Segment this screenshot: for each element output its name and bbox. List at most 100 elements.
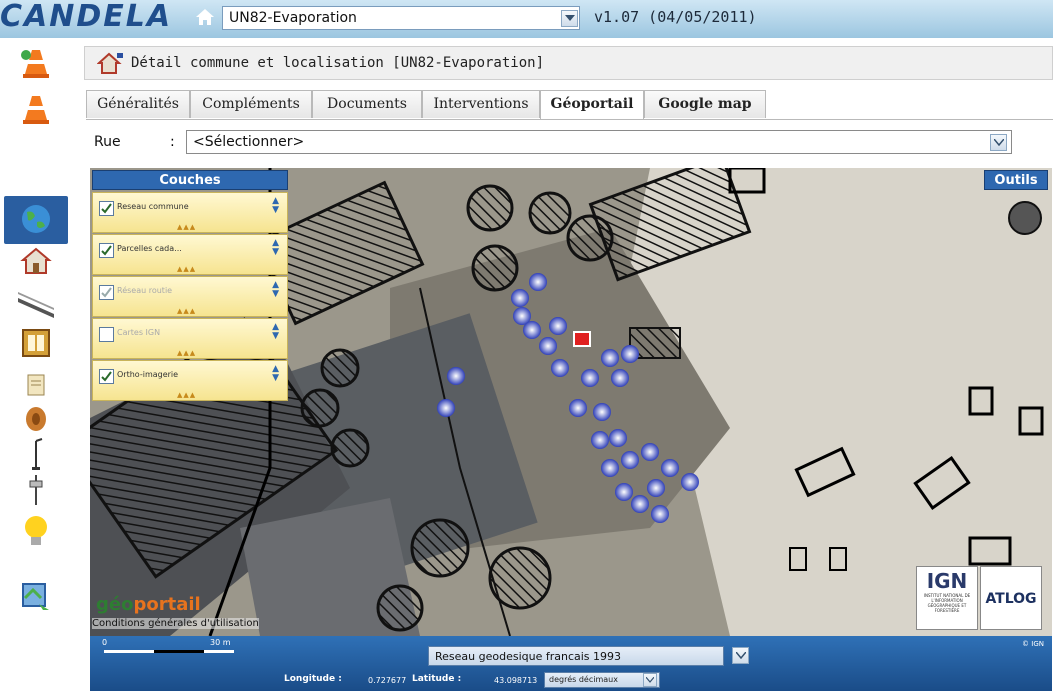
home-icon[interactable] (194, 6, 216, 28)
layer-grip-icon[interactable]: ▲▲▲ (177, 223, 196, 231)
sidebar-item-document[interactable] (10, 366, 62, 404)
layer-order-arrows-icon[interactable]: ▲ ▼ (272, 197, 279, 215)
check-icon (101, 245, 112, 256)
rue-label: Rue (94, 134, 121, 150)
rue-select-value: <Sélectionner> (193, 134, 305, 150)
layer-grip-icon[interactable]: ▲▲▲ (177, 349, 196, 357)
tab-documents[interactable]: Documents (312, 90, 422, 118)
chevron-down-icon (565, 15, 575, 21)
coordinate-unit-select[interactable]: degrés décimaux (544, 672, 660, 688)
layer-label: Réseau routie (117, 286, 173, 295)
sidebar-item-cone[interactable] (10, 90, 62, 128)
longitude-label: Longitude : (284, 674, 342, 684)
check-icon (101, 371, 112, 382)
scale-bar (104, 650, 234, 653)
layer-item: Réseau routie ▲ ▼ ▲▲▲ (92, 276, 288, 317)
outils-button[interactable]: Outils (984, 170, 1048, 190)
geoportail-logo-part-b: portail (133, 594, 201, 615)
layer-order-arrows-icon[interactable]: ▲ ▼ (272, 239, 279, 257)
map-viewport[interactable]: Couches Reseau commune ▲ ▼ ▲▲▲ Parcelles … (90, 168, 1052, 636)
layer-grip-icon[interactable]: ▲▲▲ (177, 391, 196, 399)
traffic-cone-add-icon (21, 50, 49, 78)
layer-checkbox[interactable] (99, 285, 114, 300)
site-select[interactable]: UN82-Evaporation (222, 6, 580, 30)
tab-complements[interactable]: Compléments (190, 90, 312, 118)
ign-logo-text: IGN (926, 569, 968, 593)
chevron-down-icon (736, 652, 746, 659)
terms-link[interactable]: Conditions générales d'utilisation (92, 618, 259, 629)
traffic-cone-icon (23, 96, 49, 124)
layer-checkbox[interactable] (99, 327, 114, 342)
copyright-label: © IGN (1022, 640, 1044, 648)
ign-logo: IGN INSTITUT NATIONAL DE L'INFORMATION G… (916, 566, 978, 630)
sidebar-item-globe[interactable] (10, 200, 62, 238)
layer-checkbox[interactable] (99, 201, 114, 216)
sidebar-item-road[interactable] (10, 286, 62, 324)
layer-label: Cartes IGN (117, 328, 161, 337)
map-export-icon (22, 583, 49, 610)
site-select-value: UN82-Evaporation (229, 10, 357, 26)
layer-order-arrows-icon[interactable]: ▲ ▼ (272, 365, 279, 383)
layer-item: Parcelles cada... ▲ ▼ ▲▲▲ (92, 234, 288, 275)
check-icon (101, 287, 112, 298)
light-pole-icon (29, 475, 43, 505)
projection-select-value: Reseau geodesique francais 1993 (435, 650, 622, 663)
layer-order-arrows-icon[interactable]: ▲ ▼ (272, 323, 279, 341)
cable-reel-icon (26, 407, 46, 431)
latitude-label: Latitude : (412, 674, 462, 684)
sidebar-item-lamp-post[interactable] (10, 434, 62, 472)
light-bulb-icon (25, 516, 47, 545)
sidebar-item-cable[interactable] (10, 400, 62, 438)
app-logo: CANDELA (0, 0, 173, 34)
tab-interventions[interactable]: Interventions (422, 90, 540, 118)
layer-item: Cartes IGN ▲ ▼ ▲▲▲ (92, 318, 288, 359)
longitude-value: 0.727677 (368, 676, 407, 685)
layer-grip-icon[interactable]: ▲▲▲ (177, 307, 196, 315)
house-icon (20, 247, 52, 274)
panel-title: Détail commune et localisation [UN82-Eva… (131, 55, 545, 71)
tab-geoportail[interactable]: Géoportail (540, 90, 644, 120)
scroll-icon (27, 374, 45, 396)
atlog-logo: ATLOG (980, 566, 1042, 630)
sidebar (0, 38, 72, 691)
sidebar-item-light-pole[interactable] (10, 470, 62, 508)
coordinate-unit-dropdown-button[interactable] (643, 673, 657, 687)
projection-dropdown-button[interactable] (732, 647, 749, 664)
layer-checkbox[interactable] (99, 243, 114, 258)
sidebar-item-house[interactable] (10, 242, 62, 280)
geoportail-logo: géoportail (96, 594, 201, 615)
panel-header: Détail commune et localisation [UN82-Eva… (84, 46, 1053, 80)
rue-select[interactable]: <Sélectionner> (186, 130, 1012, 154)
sidebar-item-map-export[interactable] (10, 578, 62, 616)
layer-item: Reseau commune ▲ ▼ ▲▲▲ (92, 192, 288, 233)
projection-select[interactable]: Reseau geodesique francais 1993 (428, 646, 749, 666)
rue-colon: : (170, 134, 175, 150)
globe-icon (22, 205, 50, 233)
site-select-dropdown-button[interactable] (561, 10, 578, 27)
layer-checkbox[interactable] (99, 369, 114, 384)
ign-logo-subtext: INSTITUT NATIONAL DE L'INFORMATION GÉOGR… (923, 593, 971, 613)
check-icon (101, 203, 112, 214)
rue-select-dropdown-button[interactable] (990, 134, 1007, 151)
lamp-post-icon (32, 438, 43, 470)
chevron-down-icon (994, 139, 1004, 146)
layer-label: Parcelles cada... (117, 244, 182, 253)
scale-label: 30 m (210, 638, 231, 647)
top-bar: CANDELA UN82-Evaporation v1.07 (04/05/20… (0, 0, 1053, 38)
sidebar-item-cone-add[interactable] (10, 44, 62, 82)
layer-label: Reseau commune (117, 202, 189, 211)
tab-generalites[interactable]: Généralités (86, 90, 190, 118)
latitude-value: 43.098713 (494, 676, 538, 685)
couches-panel-header[interactable]: Couches (92, 170, 288, 190)
tab-google-map[interactable]: Google map (644, 90, 766, 118)
layer-item: Ortho-imagerie ▲ ▼ ▲▲▲ (92, 360, 288, 401)
layer-grip-icon[interactable]: ▲▲▲ (177, 265, 196, 273)
sidebar-item-cabinet[interactable] (10, 324, 62, 362)
layer-label: Ortho-imagerie (117, 370, 179, 379)
sidebar-item-bulb[interactable] (10, 512, 62, 550)
layer-order-arrows-icon[interactable]: ▲ ▼ (272, 281, 279, 299)
road-icon (18, 292, 54, 318)
geoportail-logo-part-a: géo (96, 594, 134, 615)
cabinet-icon (22, 329, 50, 357)
coordinate-unit-value: degrés décimaux (549, 675, 618, 684)
